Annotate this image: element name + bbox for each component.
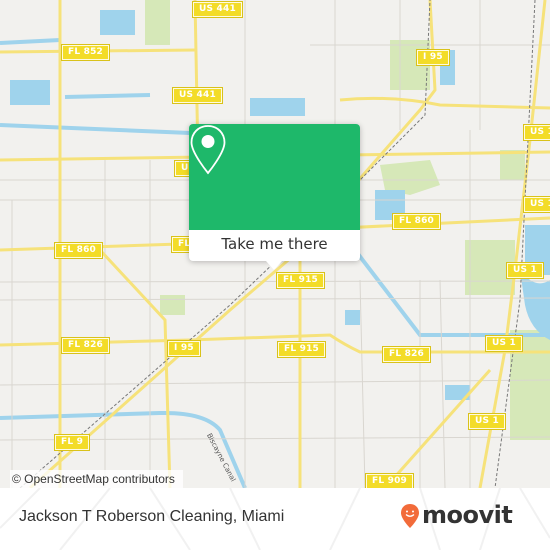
road-shield-fl9: FL 9	[53, 434, 91, 451]
road-shield-us1: US 1	[523, 196, 550, 213]
lake	[100, 10, 135, 35]
road-shield-fl826: FL 826	[381, 346, 432, 363]
road-shield-i95: I 95	[167, 340, 201, 357]
map[interactable]: US 441 FL 852 US 441 US 441 I 95 US 1 FL…	[0, 0, 550, 488]
road-shield-fl860: FL 860	[391, 213, 442, 230]
bay	[520, 270, 550, 340]
moovit-pin-icon	[401, 504, 419, 528]
map-attribution[interactable]: © OpenStreetMap contributors	[10, 470, 183, 488]
location-popup: Take me there	[189, 124, 360, 270]
road-shield-i95: I 95	[416, 49, 450, 66]
lake	[345, 310, 360, 325]
road-shield-us441: US 441	[192, 1, 243, 18]
popup-header	[189, 124, 360, 230]
park	[145, 0, 170, 45]
park	[500, 150, 525, 180]
canal	[0, 38, 61, 45]
place-name: Jackson T Roberson Cleaning, Miami	[19, 508, 285, 525]
park	[380, 160, 440, 195]
park	[160, 295, 185, 315]
road-shield-fl915: FL 915	[275, 272, 326, 289]
lake	[10, 80, 50, 105]
road-shield-us1: US 1	[523, 124, 550, 141]
road	[339, 96, 550, 110]
road-shield-fl909: FL 909	[364, 473, 415, 488]
road-shield-us1: US 1	[506, 262, 544, 279]
road	[383, 369, 492, 488]
popup-pointer	[266, 261, 282, 270]
moovit-wordmark: moovit	[422, 501, 513, 529]
canal	[0, 123, 191, 135]
road-shield-us1: US 1	[485, 335, 523, 352]
footer: Jackson T Roberson Cleaning, Miami moovi…	[0, 488, 550, 550]
road-shield-fl852: FL 852	[60, 44, 111, 61]
road-shield-us441: US 441	[172, 87, 223, 104]
road-shield-fl826: FL 826	[60, 337, 111, 354]
canal	[64, 93, 151, 99]
lake	[250, 98, 305, 116]
road-shield-fl860: FL 860	[53, 242, 104, 259]
location-pin-icon	[190, 125, 226, 175]
road-shield-us1: US 1	[468, 413, 506, 430]
road-shield-fl915: FL 915	[276, 341, 327, 358]
road	[98, 248, 172, 488]
take-me-there-button[interactable]: Take me there	[189, 230, 360, 261]
park	[390, 40, 430, 90]
